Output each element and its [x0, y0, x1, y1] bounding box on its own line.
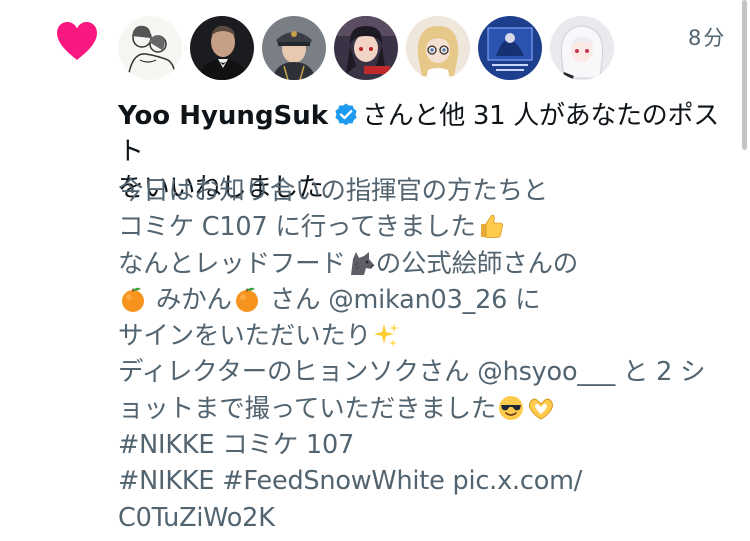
wolf-icon: [347, 249, 375, 277]
avatar-man-tuxedo[interactable]: [190, 16, 254, 80]
post-line: サインをいただいたり: [118, 318, 738, 354]
post-line-text: みかん: [148, 284, 232, 315]
sunglasses-face-icon: [497, 394, 525, 422]
like-notification[interactable]: 8分 Yoo HyungSuk さんと他 31 人があなたのポスト をいいねしま…: [0, 0, 750, 541]
post-line-text: C0TuZiWo2K: [118, 502, 275, 533]
post-line: #NIKKE コミケ 107: [118, 427, 738, 463]
post-line: みかん さん @mikan03_26 に: [118, 282, 738, 318]
avatar-sketch-couple[interactable]: [118, 16, 182, 80]
post-line-text: さん @mikan03_26 に: [261, 284, 541, 315]
post-line: ディレクターのヒョンソクさん @hsyoo___ と 2 シ: [118, 354, 738, 390]
thumbs-up-icon: [477, 212, 505, 240]
avatar-event-poster[interactable]: [478, 16, 542, 80]
avatar-anime-girl-dark[interactable]: [334, 16, 398, 80]
post-line: なんとレッドフード の公式絵師さんの: [118, 246, 738, 282]
orange-icon: [119, 285, 147, 313]
avatar-anime-girl-white[interactable]: [550, 16, 614, 80]
post-line: C0TuZiWo2K: [118, 500, 738, 536]
avatar-uniform-cap[interactable]: [262, 16, 326, 80]
post-line-text: 今日はお知り合いの指揮官の方たちと: [118, 176, 549, 206]
heart-icon: [54, 20, 100, 62]
user-name-link[interactable]: Yoo HyungSuk: [118, 101, 328, 131]
post-line: コミケ C107 に行ってきました: [118, 209, 738, 245]
verified-badge-icon: [333, 102, 359, 128]
post-line: #NIKKE #FeedSnowWhite pic.x.com/: [118, 463, 738, 499]
scrollbar[interactable]: [742, 0, 747, 150]
sparkles-icon: [372, 321, 400, 349]
post-line-text: サインをいただいたり: [118, 321, 372, 352]
heart-hands-icon: [527, 394, 555, 422]
post-line-text: ディレクターのヒョンソクさん @hsyoo___ と 2 シ: [118, 357, 706, 388]
post-line-text: の公式絵師さんの: [375, 248, 579, 279]
post-line: 今日はお知り合いの指揮官の方たちと: [118, 173, 738, 209]
post-line-text: #NIKKE コミケ 107: [118, 430, 355, 461]
orange-icon: [233, 285, 261, 313]
notification-time: 8分: [688, 26, 727, 50]
post-line-text: なんとレッドフード: [118, 248, 346, 279]
post-line-text: #NIKKE #FeedSnowWhite pic.x.com/: [118, 466, 583, 497]
post-line-text: ョットまで撮っていただきました: [118, 393, 497, 424]
post-line: ョットまで撮っていただきました: [118, 391, 738, 427]
post-preview-text[interactable]: 今日はお知り合いの指揮官の方たちと コミケ C107 に行ってきました なんとレ…: [118, 173, 738, 536]
post-line-text: コミケ C107 に行ってきました: [118, 212, 476, 243]
avatar-anime-girl-blonde[interactable]: [406, 16, 470, 80]
